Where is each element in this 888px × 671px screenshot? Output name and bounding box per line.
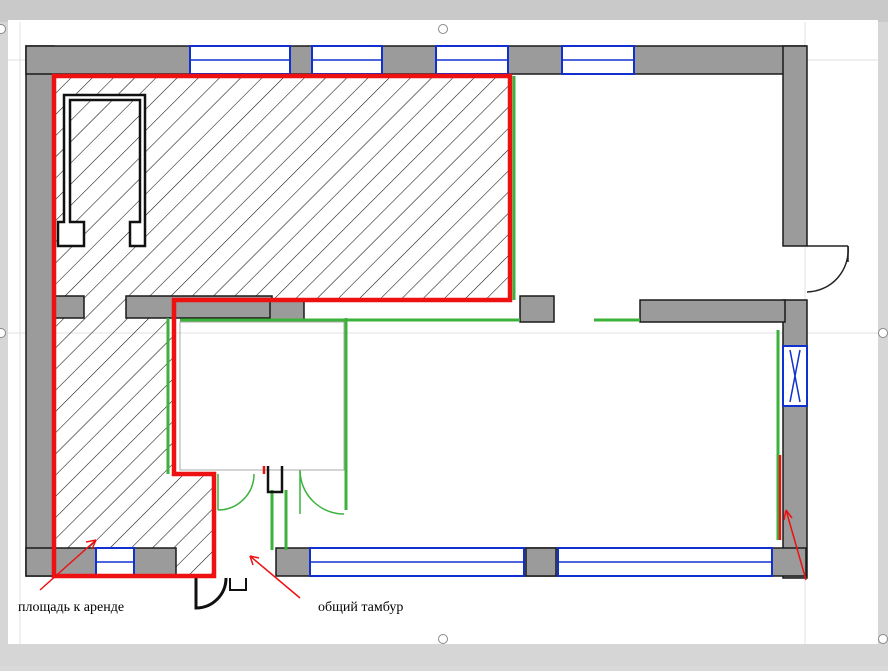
wall-west: [25, 45, 55, 577]
wall-mid-right-column: [519, 295, 555, 323]
wall-east-lower: [782, 299, 808, 579]
selection-handle-right[interactable]: [878, 328, 888, 338]
floor-plan-drawing: [0, 0, 888, 666]
floor-plan-view: [0, 0, 888, 666]
rented-area-label: площадь к аренде: [18, 600, 125, 615]
column-south: [525, 547, 557, 577]
wall-north: [25, 45, 807, 75]
selection-handle-top[interactable]: [438, 24, 448, 34]
wall-mid-column: [269, 299, 305, 321]
top-shadow: [0, 0, 888, 22]
wall-stub-west: [53, 295, 85, 319]
common-vestibule-label: общий тамбур: [318, 600, 404, 615]
selection-handle-bottom-right[interactable]: [878, 634, 888, 644]
wall-mid-east: [639, 299, 786, 323]
selection-handle-bottom[interactable]: [438, 634, 448, 644]
wall-east-upper: [782, 45, 808, 247]
